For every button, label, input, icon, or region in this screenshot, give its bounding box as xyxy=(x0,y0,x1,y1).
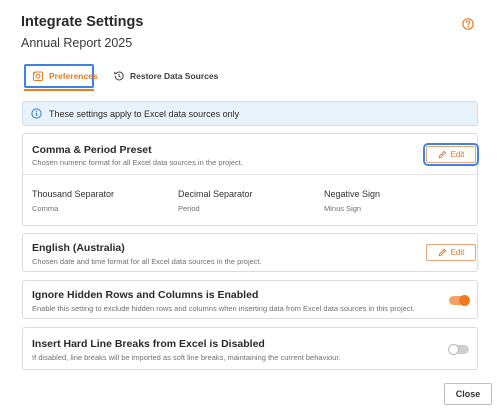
toggle-knob xyxy=(448,344,459,355)
date-format-edit-button[interactable]: Edit xyxy=(426,244,476,261)
tab-restore-label: Restore Data Sources xyxy=(130,71,219,81)
edit-label: Edit xyxy=(450,248,465,257)
toggle-knob xyxy=(459,295,470,306)
close-button[interactable]: Close xyxy=(444,383,492,405)
negative-sign-label: Negative Sign xyxy=(324,189,381,199)
thousand-separator-value: Comma xyxy=(32,204,59,213)
line-breaks-description: If disabled, line breaks will be importe… xyxy=(32,353,341,362)
hidden-rows-description: Enable this setting to exclude hidden ro… xyxy=(32,304,415,313)
line-breaks-card: Insert Hard Line Breaks from Excel is Di… xyxy=(22,327,478,370)
negative-sign-value: Minus Sign xyxy=(324,204,362,213)
pencil-icon xyxy=(438,248,446,257)
pencil-icon xyxy=(438,150,446,159)
tab-preferences-label: Preferences xyxy=(49,71,98,81)
card-divider xyxy=(23,174,477,175)
date-format-card: English (Australia) Chosen date and time… xyxy=(22,233,478,272)
history-icon xyxy=(114,71,124,81)
dialog-subtitle: Annual Report 2025 xyxy=(21,36,133,50)
date-format-title: English (Australia) xyxy=(32,242,125,254)
number-format-description: Chosen numeric format for all Excel data… xyxy=(32,158,243,167)
thousand-separator-label: Thousand Separator xyxy=(32,189,115,199)
date-format-description: Chosen date and time format for all Exce… xyxy=(32,257,262,266)
decimal-separator-value: Period xyxy=(178,204,200,213)
tab-preferences[interactable]: Preferences xyxy=(24,64,98,88)
line-breaks-toggle[interactable] xyxy=(448,344,469,355)
number-format-title: Comma & Period Preset xyxy=(32,144,152,156)
dialog-title: Integrate Settings xyxy=(21,14,144,30)
tab-restore-data-sources[interactable]: Restore Data Sources xyxy=(107,64,224,88)
preferences-icon xyxy=(33,71,43,81)
settings-dialog: Integrate Settings Annual Report 2025 Pr… xyxy=(0,0,500,413)
number-format-card: Comma & Period Preset Chosen numeric for… xyxy=(22,133,479,226)
active-tab-indicator xyxy=(24,89,94,91)
decimal-separator-label: Decimal Separator xyxy=(178,189,253,199)
edit-label: Edit xyxy=(450,150,465,159)
help-circle-icon[interactable] xyxy=(462,18,474,30)
info-icon xyxy=(31,108,42,119)
info-banner-text: These settings apply to Excel data sourc… xyxy=(49,108,240,119)
hidden-rows-toggle[interactable] xyxy=(449,295,470,306)
line-breaks-title: Insert Hard Line Breaks from Excel is Di… xyxy=(32,338,265,350)
info-banner: These settings apply to Excel data sourc… xyxy=(22,101,478,126)
hidden-rows-title: Ignore Hidden Rows and Columns is Enable… xyxy=(32,289,259,301)
number-format-edit-button[interactable]: Edit xyxy=(423,143,479,166)
hidden-rows-card: Ignore Hidden Rows and Columns is Enable… xyxy=(22,280,478,319)
